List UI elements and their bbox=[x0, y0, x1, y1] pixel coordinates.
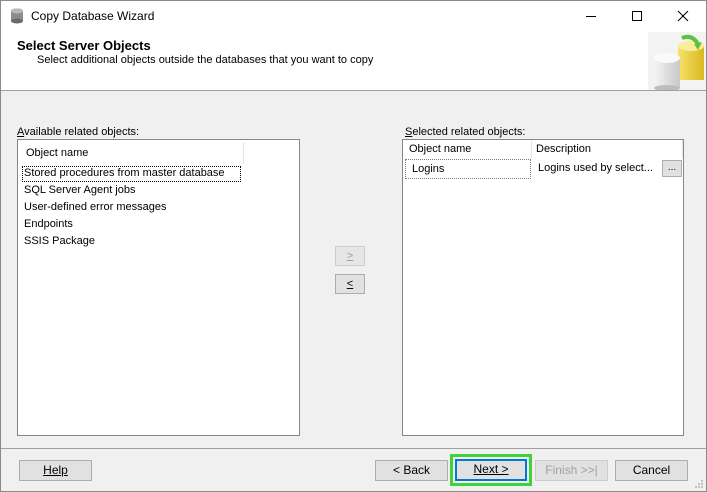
minimize-icon bbox=[586, 15, 596, 17]
maximize-button[interactable] bbox=[614, 1, 660, 30]
wizard-footer: Help < Back Next > Finish >>| Cancel bbox=[1, 449, 706, 491]
minimize-button[interactable] bbox=[568, 1, 614, 30]
available-objects-label: Available related objects: bbox=[17, 126, 140, 138]
selected-objects-label: Selected related objects: bbox=[405, 126, 526, 138]
cancel-button[interactable]: Cancel bbox=[615, 460, 688, 481]
back-button[interactable]: < Back bbox=[375, 460, 448, 481]
selected-column-header-description[interactable]: Description bbox=[532, 140, 683, 158]
wizard-database-art-icon bbox=[648, 32, 706, 90]
title-bar: Copy Database Wizard bbox=[1, 1, 706, 30]
list-item[interactable]: Stored procedures from master database bbox=[22, 166, 241, 182]
resize-grip-icon[interactable] bbox=[694, 479, 704, 489]
database-icon bbox=[11, 8, 23, 24]
window-title: Copy Database Wizard bbox=[31, 9, 155, 23]
selected-row-object-name[interactable]: Logins bbox=[405, 159, 531, 179]
list-item[interactable]: User-defined error messages bbox=[22, 200, 168, 216]
wizard-header: Select Server Objects Select additional … bbox=[1, 30, 706, 91]
selected-objects-grid[interactable]: Object name Description Logins Logins us… bbox=[402, 139, 684, 436]
list-item[interactable]: SQL Server Agent jobs bbox=[22, 183, 138, 199]
copy-database-wizard-window: Copy Database Wizard Select Server Objec… bbox=[0, 0, 707, 492]
remove-object-button[interactable]: < bbox=[335, 274, 365, 294]
help-button[interactable]: Help bbox=[19, 460, 92, 481]
finish-button[interactable]: Finish >>| bbox=[535, 460, 608, 481]
next-button[interactable]: Next > bbox=[455, 459, 527, 481]
close-button[interactable] bbox=[660, 1, 706, 30]
list-item[interactable]: SSIS Package bbox=[22, 234, 97, 250]
add-object-button[interactable]: > bbox=[335, 246, 365, 266]
maximize-icon bbox=[632, 10, 642, 21]
close-icon bbox=[677, 10, 689, 21]
page-title: Select Server Objects bbox=[17, 38, 151, 53]
list-item[interactable]: Endpoints bbox=[22, 217, 75, 233]
available-objects-list[interactable]: Object name Stored procedures from maste… bbox=[17, 139, 300, 436]
edit-description-button[interactable]: ... bbox=[662, 160, 682, 177]
selected-column-header-object-name[interactable]: Object name bbox=[405, 140, 532, 158]
available-column-header-object-name[interactable]: Object name bbox=[22, 142, 244, 164]
page-subtitle: Select additional objects outside the da… bbox=[37, 54, 374, 66]
selected-row-description[interactable]: Logins used by select... bbox=[532, 159, 682, 179]
